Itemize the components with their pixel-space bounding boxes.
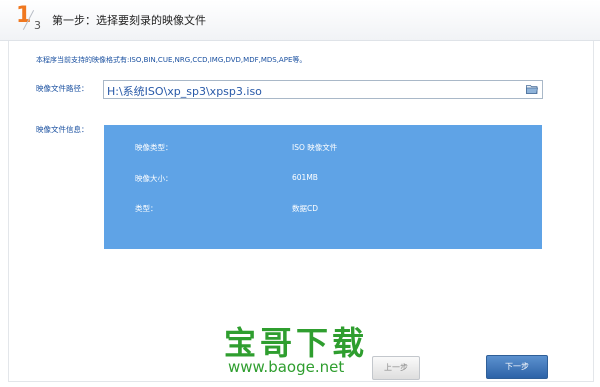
- step-total: 3: [34, 19, 41, 32]
- image-info-label: 映像文件信息：: [36, 125, 89, 134]
- disc-type-label: 类型：: [135, 204, 158, 213]
- step-indicator: 1 3: [12, 3, 48, 37]
- supported-formats-note: 本程序当前支持的映像格式有:ISO,BIN,CUE,NRG,CCD,IMG,DV…: [36, 56, 307, 64]
- site-watermark: 宝哥下载 www.baoge.net: [222, 318, 382, 384]
- folder-open-icon[interactable]: [526, 84, 538, 94]
- watermark-url: www.baoge.net: [228, 358, 345, 376]
- image-type-label: 映像类型：: [135, 143, 173, 152]
- disc-type-value: 数据CD: [292, 204, 319, 213]
- image-type-value: ISO 映像文件: [292, 143, 338, 152]
- image-path-label: 映像文件路径：: [36, 84, 89, 93]
- image-path-value: H:\系统ISO\xp_sp3\xpsp3.iso: [107, 85, 262, 98]
- image-path-field[interactable]: H:\系统ISO\xp_sp3\xpsp3.iso: [103, 80, 543, 99]
- next-step-button[interactable]: 下一步: [486, 355, 548, 379]
- page-title: 第一步：选择要刻录的映像文件: [52, 14, 206, 27]
- image-info-panel: 映像类型： ISO 映像文件 映像大小： 601MB 类型： 数据CD: [104, 125, 542, 249]
- wizard-header: 1 3 第一步：选择要刻录的映像文件: [0, 0, 600, 41]
- image-size-label: 映像大小：: [135, 174, 173, 183]
- previous-step-button[interactable]: 上一步: [372, 356, 420, 380]
- image-size-value: 601MB: [292, 173, 318, 182]
